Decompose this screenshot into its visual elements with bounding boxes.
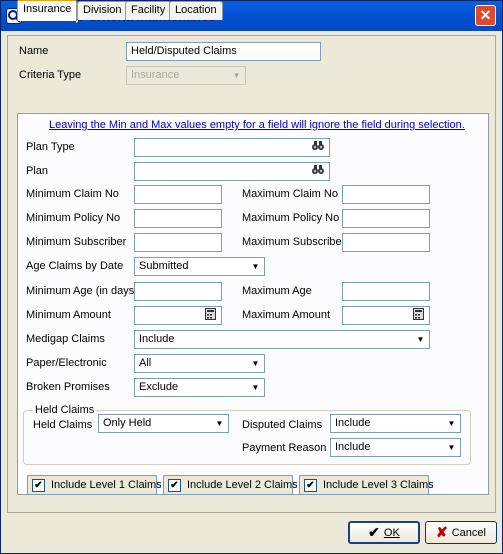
min-age-label: Minimum Age (in days)	[26, 285, 138, 297]
binoculars-icon[interactable]	[309, 140, 327, 155]
name-field[interactable]: Held/Disputed Claims	[126, 42, 321, 61]
max-subscriber-label: Maximum Subscriber	[242, 236, 346, 248]
medigap-select[interactable]: Include ▼	[134, 330, 430, 349]
tab-location[interactable]: Location	[169, 1, 223, 20]
chevron-down-icon[interactable]: ▼	[444, 440, 459, 455]
include-level-1-checkbox[interactable]: ✔ Include Level 1 Claims	[27, 475, 162, 495]
plan-label: Plan	[26, 165, 49, 177]
min-amount-label: Minimum Amount	[26, 309, 111, 321]
min-subscriber-label: Minimum Subscriber	[26, 236, 127, 248]
broken-promises-select[interactable]: Exclude ▼	[134, 378, 265, 397]
disputed-claims-label: Disputed Claims	[242, 419, 323, 431]
held-claims-value: Only Held	[103, 417, 152, 429]
min-amount-field[interactable]	[134, 306, 222, 325]
chevron-down-icon[interactable]: ▼	[212, 416, 227, 431]
payment-reason-label: Payment Reason	[242, 442, 327, 454]
plan-type-field[interactable]	[134, 138, 330, 157]
plan-type-label: Plan Type	[26, 141, 75, 153]
max-amount-label: Maximum Amount	[242, 309, 331, 321]
calculator-icon[interactable]	[201, 308, 219, 323]
chevron-down-icon[interactable]: ▼	[248, 380, 263, 395]
max-subscriber-field[interactable]	[342, 233, 430, 252]
followup-criteria-window: Followup Criteria Maintenance ✕ Name Hel…	[0, 0, 503, 554]
max-amount-field[interactable]	[342, 306, 430, 325]
checkmark-icon: ✔	[368, 524, 380, 540]
paper-electronic-label: Paper/Electronic	[26, 357, 107, 369]
chevron-down-icon: ▼	[229, 68, 244, 83]
disputed-claims-select[interactable]: Include ▼	[330, 414, 461, 433]
medigap-label: Medigap Claims	[26, 333, 105, 345]
chevron-down-icon[interactable]: ▼	[413, 332, 428, 347]
include-level-2-label: Include Level 2 Claims	[187, 479, 298, 491]
min-age-field[interactable]	[134, 282, 222, 301]
close-icon: ✘	[436, 524, 448, 540]
min-max-note: Leaving the Min and Max values empty for…	[49, 119, 465, 131]
cancel-label: Cancel	[451, 526, 486, 539]
ok-label: OK	[383, 526, 400, 539]
close-button[interactable]: ✕	[475, 5, 496, 26]
include-level-3-label: Include Level 3 Claims	[323, 479, 434, 491]
max-policy-field[interactable]	[342, 209, 430, 228]
held-claims-select[interactable]: Only Held ▼	[98, 414, 229, 433]
age-claims-value: Submitted	[139, 260, 189, 272]
payment-reason-select[interactable]: Include ▼	[330, 438, 461, 457]
include-level-2-checkbox[interactable]: ✔ Include Level 2 Claims	[163, 475, 298, 495]
max-age-field[interactable]	[342, 282, 430, 301]
ok-button[interactable]: ✔ OK	[348, 521, 420, 544]
broken-promises-value: Exclude	[139, 381, 179, 393]
chevron-down-icon[interactable]: ▼	[248, 259, 263, 274]
plan-field[interactable]	[134, 162, 330, 181]
medigap-value: Include	[139, 333, 175, 345]
include-level-1-label: Include Level 1 Claims	[51, 479, 162, 491]
max-policy-label: Maximum Policy No	[242, 212, 340, 224]
name-label: Name	[19, 45, 49, 57]
tab-insurance[interactable]: Insurance	[17, 0, 78, 21]
min-claim-field[interactable]	[134, 185, 222, 204]
age-claims-select[interactable]: Submitted ▼	[134, 257, 265, 276]
checkmark-icon: ✔	[168, 479, 181, 492]
tab-facility[interactable]: Facility	[125, 1, 172, 20]
criteria-type-label: Criteria Type	[19, 69, 82, 81]
criteria-type-select[interactable]: Insurance ▼	[126, 66, 246, 85]
held-claims-group-title: Held Claims	[33, 404, 97, 416]
cancel-button[interactable]: ✘ Cancel	[425, 521, 497, 544]
max-claim-label: Maximum Claim No	[242, 188, 338, 200]
min-claim-label: Minimum Claim No	[26, 188, 119, 200]
paper-electronic-value: All	[139, 357, 152, 369]
held-claims-label: Held Claims	[33, 419, 93, 431]
min-policy-label: Minimum Policy No	[26, 212, 121, 224]
min-subscriber-field[interactable]	[134, 233, 222, 252]
age-claims-label: Age Claims by Date	[26, 260, 124, 272]
checkmark-icon: ✔	[304, 479, 317, 492]
payment-reason-value: Include	[335, 441, 371, 453]
checkmark-icon: ✔	[32, 479, 45, 492]
disputed-claims-value: Include	[335, 417, 371, 429]
min-policy-field[interactable]	[134, 209, 222, 228]
chevron-down-icon[interactable]: ▼	[444, 416, 459, 431]
broken-promises-label: Broken Promises	[26, 381, 110, 393]
include-level-3-checkbox[interactable]: ✔ Include Level 3 Claims	[299, 475, 434, 495]
criteria-type-value: Insurance	[131, 69, 180, 81]
max-age-label: Maximum Age	[242, 285, 312, 297]
paper-electronic-select[interactable]: All ▼	[134, 354, 265, 373]
binoculars-icon[interactable]	[309, 164, 327, 179]
chevron-down-icon[interactable]: ▼	[248, 356, 263, 371]
max-claim-field[interactable]	[342, 185, 430, 204]
tab-division[interactable]: Division	[77, 1, 128, 20]
calculator-icon[interactable]	[409, 308, 427, 323]
